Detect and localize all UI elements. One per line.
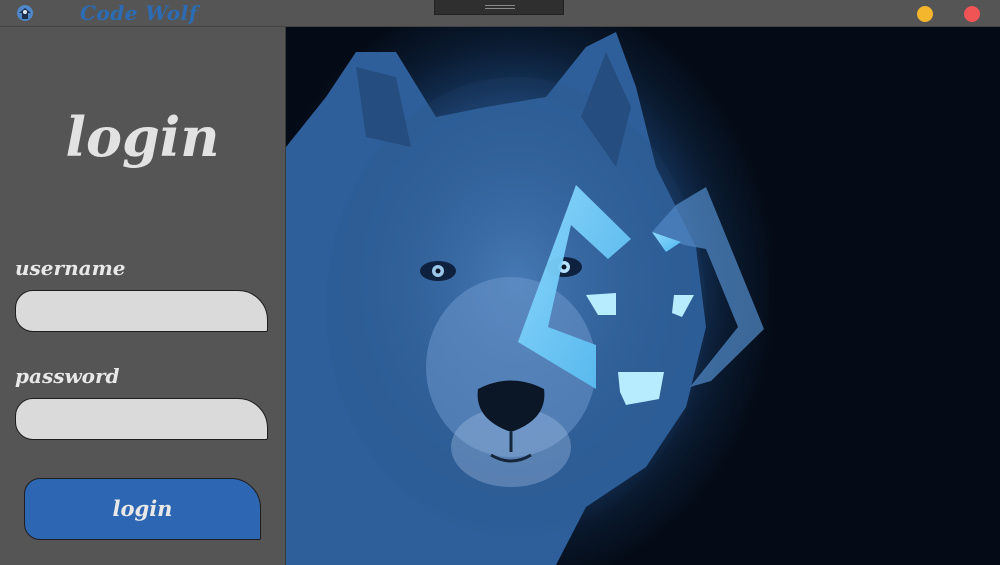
password-label: password [15,364,120,388]
minimize-button[interactable] [917,6,933,22]
title-bar[interactable]: Code Wolf [0,0,1000,27]
app-title: Code Wolf [80,1,198,25]
login-panel: login username password login [0,27,285,565]
username-label: username [15,256,126,280]
close-button[interactable] [964,6,980,22]
password-field[interactable] [15,398,268,440]
login-button[interactable]: login [24,478,261,540]
wolf-logo-icon [15,4,35,21]
username-field[interactable] [15,290,268,332]
drag-handle[interactable] [434,0,564,15]
wolf-illustration [286,32,764,565]
login-heading: login [65,105,220,169]
hero-image [286,27,1000,565]
wolf-head [286,32,706,565]
